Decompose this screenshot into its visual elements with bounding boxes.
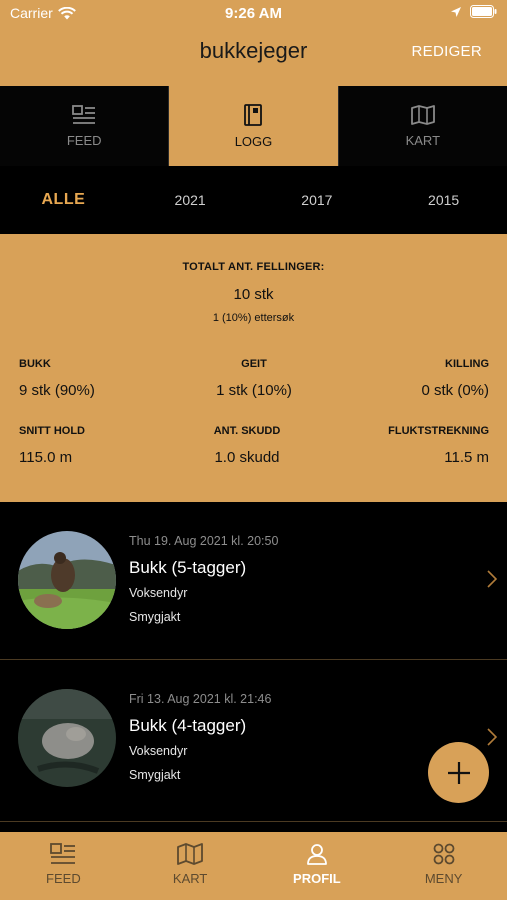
battery-icon [470, 5, 497, 18]
entry-method: Smygjakt [129, 610, 181, 624]
stat-geit-value: 1 stk (10%) [216, 382, 292, 399]
log-entry[interactable]: Fri 13. Aug 2021 kl. 21:46 Bukk (4-tagge… [0, 660, 507, 822]
tracking-searches-value: 1 (10%) ettersøk [212, 312, 295, 324]
stat-killing-label: KILLING [445, 358, 489, 370]
entry-date: Fri 13. Aug 2021 kl. 21:46 [129, 692, 272, 706]
bottom-tab-kart-label: KART [172, 871, 208, 886]
location-arrow-icon [451, 6, 461, 17]
feed-icon [72, 104, 96, 124]
tab-kart[interactable]: KART [339, 86, 507, 166]
entry-date: Thu 19. Aug 2021 kl. 20:50 [129, 534, 279, 548]
total-kills-value: 10 stk [233, 286, 274, 303]
year-filter: ALLE 2021 2017 2015 [0, 166, 507, 234]
year-filter-2017[interactable]: 2017 [254, 192, 381, 208]
map-icon [410, 104, 435, 125]
bottom-tab-kart[interactable]: KART [127, 832, 254, 900]
stat-geit-label: GEIT [241, 358, 267, 370]
stat-avg-distance-label: SNITT HOLD [19, 425, 85, 437]
bottom-tab-bar: FEED KART PROFIL MENY [0, 832, 507, 900]
tab-feed[interactable]: FEED [0, 86, 170, 166]
tab-kart-label: KART [405, 132, 441, 148]
stat-flight-distance-value: 11.5 m [444, 449, 489, 466]
entry-age: Voksendyr [129, 586, 188, 600]
log-entry[interactable]: Thu 19. Aug 2021 kl. 20:50 Bukk (5-tagge… [0, 502, 507, 660]
stat-avg-distance-value: 115.0 m [19, 449, 73, 466]
stat-bukk-label: BUKK [19, 358, 51, 370]
profile-tabs: FEED LOGG KART [0, 86, 507, 166]
stat-killing: KILLING 0 stk (0%) [329, 358, 489, 399]
year-filter-2021[interactable]: 2021 [127, 192, 254, 208]
entry-title: Bukk (5-tagger) [129, 558, 247, 577]
tab-logg-label: LOGG [234, 133, 273, 149]
plus-icon [447, 761, 470, 784]
chevron-right-icon [487, 728, 497, 746]
feed-icon [50, 843, 76, 864]
stat-shots: ANT. SKUDD 1.0 skudd [167, 425, 327, 466]
entry-photo [18, 689, 116, 787]
bottom-tab-feed-label: FEED [46, 871, 81, 886]
clock: 9:26 AM [225, 5, 282, 22]
tab-logg[interactable]: LOGG [169, 86, 339, 166]
stat-geit: GEIT 1 stk (10%) [174, 358, 334, 399]
year-filter-2015[interactable]: 2015 [380, 192, 507, 208]
grid-icon [433, 843, 455, 865]
logbook-icon [244, 103, 263, 126]
entry-age: Voksendyr [129, 744, 188, 758]
year-filter-all[interactable]: ALLE [0, 191, 127, 209]
stat-flight-distance: FLUKTSTREKNING 11.5 m [329, 425, 489, 466]
entry-title: Bukk (4-tagger) [129, 716, 247, 735]
add-entry-button[interactable] [428, 742, 489, 803]
bottom-tab-meny[interactable]: MENY [380, 832, 507, 900]
stat-flight-distance-label: FLUKTSTREKNING [388, 425, 489, 437]
bottom-tab-feed[interactable]: FEED [0, 832, 127, 900]
chevron-right-icon [487, 570, 497, 588]
edit-button[interactable]: REDIGER [412, 43, 482, 60]
stat-killing-value: 0 stk (0%) [421, 382, 489, 399]
map-icon [177, 843, 204, 865]
stat-bukk: BUKK 9 stk (90%) [19, 358, 179, 399]
stat-shots-label: ANT. SKUDD [213, 425, 281, 437]
tab-feed-label: FEED [66, 132, 102, 148]
total-kills-label: TOTALT ANT. FELLINGER: [182, 261, 325, 273]
bottom-tab-meny-label: MENY [424, 871, 463, 886]
bottom-tab-profil[interactable]: PROFIL [254, 832, 381, 900]
navigation-bar: bukkejeger REDIGER [0, 28, 507, 86]
status-bar: Carrier 9:26 AM [0, 0, 507, 28]
entry-method: Smygjakt [129, 768, 181, 782]
entry-photo [18, 531, 116, 629]
statistics-panel: TOTALT ANT. FELLINGER: 10 stk 1 (10%) et… [0, 234, 507, 502]
list-divider [0, 821, 507, 822]
bottom-tab-profil-label: PROFIL [293, 871, 341, 886]
person-icon [306, 844, 327, 865]
stat-bukk-value: 9 stk (90%) [19, 382, 95, 399]
stat-avg-distance: SNITT HOLD 115.0 m [19, 425, 179, 466]
stat-shots-value: 1.0 skudd [214, 449, 280, 466]
